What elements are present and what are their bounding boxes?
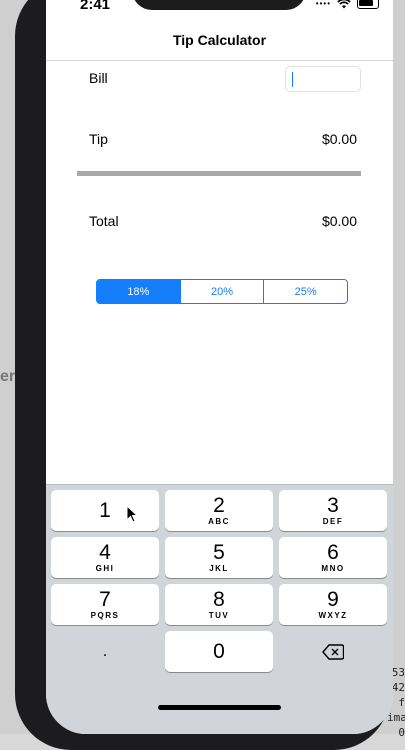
key-digit: . [102, 642, 108, 660]
key-digit: 2 [213, 493, 225, 517]
status-icons: •••• [316, 0, 379, 9]
tip-option-25[interactable]: 25% [263, 280, 347, 303]
key-9[interactable]: 9 WXYZ [279, 584, 387, 625]
mouse-pointer-icon [126, 505, 139, 523]
bill-label: Bill [89, 70, 108, 86]
key-digit: 5 [213, 540, 225, 564]
key-7[interactable]: 7 PQRS [51, 584, 159, 625]
key-digit: 9 [327, 587, 339, 611]
key-8[interactable]: 8 TUV [165, 584, 273, 625]
key-digit: 6 [327, 540, 339, 564]
key-decimal[interactable]: . [51, 631, 159, 672]
total-label: Total [89, 213, 119, 229]
key-digit: 3 [327, 493, 339, 517]
page-title: Tip Calculator [172, 32, 267, 48]
home-indicator [158, 705, 281, 710]
divider [77, 171, 361, 176]
key-6[interactable]: 6 MNO [279, 537, 387, 578]
numeric-keypad: 1 2 ABC 3 DEF 4 GHI 5 JKL 6 MNO 7 PQRS 8 [46, 484, 393, 734]
key-2[interactable]: 2 ABC [165, 490, 273, 531]
key-3[interactable]: 3 DEF [279, 490, 387, 531]
key-digit: 8 [213, 587, 225, 611]
key-digit: 1 [99, 498, 111, 522]
key-0[interactable]: 0 [165, 631, 273, 672]
key-digit: 4 [99, 540, 111, 564]
total-amount: $0.00 [321, 213, 357, 229]
tip-option-18[interactable]: 18% [97, 280, 180, 303]
tip-amount: $0.00 [321, 131, 357, 147]
key-letters: JKL [209, 563, 229, 573]
device-notch [132, 0, 306, 10]
device-frame: 2:41 •••• Tip Calculator Bill Tip $0.00 … [15, 0, 393, 750]
key-letters: DEF [322, 516, 344, 526]
key-letters: TUV [208, 610, 230, 620]
tip-option-20[interactable]: 20% [179, 280, 264, 303]
key-letters: MNO [321, 563, 345, 573]
key-letters: ABC [208, 516, 230, 526]
key-5[interactable]: 5 JKL [165, 537, 273, 578]
host-window-text: er [0, 368, 16, 385]
phone-screen: 2:41 •••• Tip Calculator Bill Tip $0.00 … [46, 0, 393, 734]
battery-icon [357, 0, 379, 9]
key-1[interactable]: 1 [51, 490, 159, 531]
status-time: 2:41 [80, 0, 111, 13]
bill-input[interactable] [285, 66, 361, 92]
backspace-icon [322, 643, 344, 660]
key-letters: PQRS [90, 610, 120, 620]
key-digit: 7 [99, 587, 111, 611]
text-caret [292, 72, 293, 87]
key-letters: GHI [95, 563, 115, 573]
cellular-signal-icon: •••• [315, 0, 331, 8]
tip-label: Tip [89, 131, 108, 147]
key-digit: 0 [213, 639, 225, 663]
tip-percentage-selector: 18% 20% 25% [96, 279, 348, 304]
wifi-icon [337, 0, 351, 8]
backspace-button[interactable] [279, 631, 387, 672]
key-4[interactable]: 4 GHI [51, 537, 159, 578]
key-letters: WXYZ [318, 610, 348, 620]
navigation-bar: Tip Calculator [46, 20, 393, 61]
